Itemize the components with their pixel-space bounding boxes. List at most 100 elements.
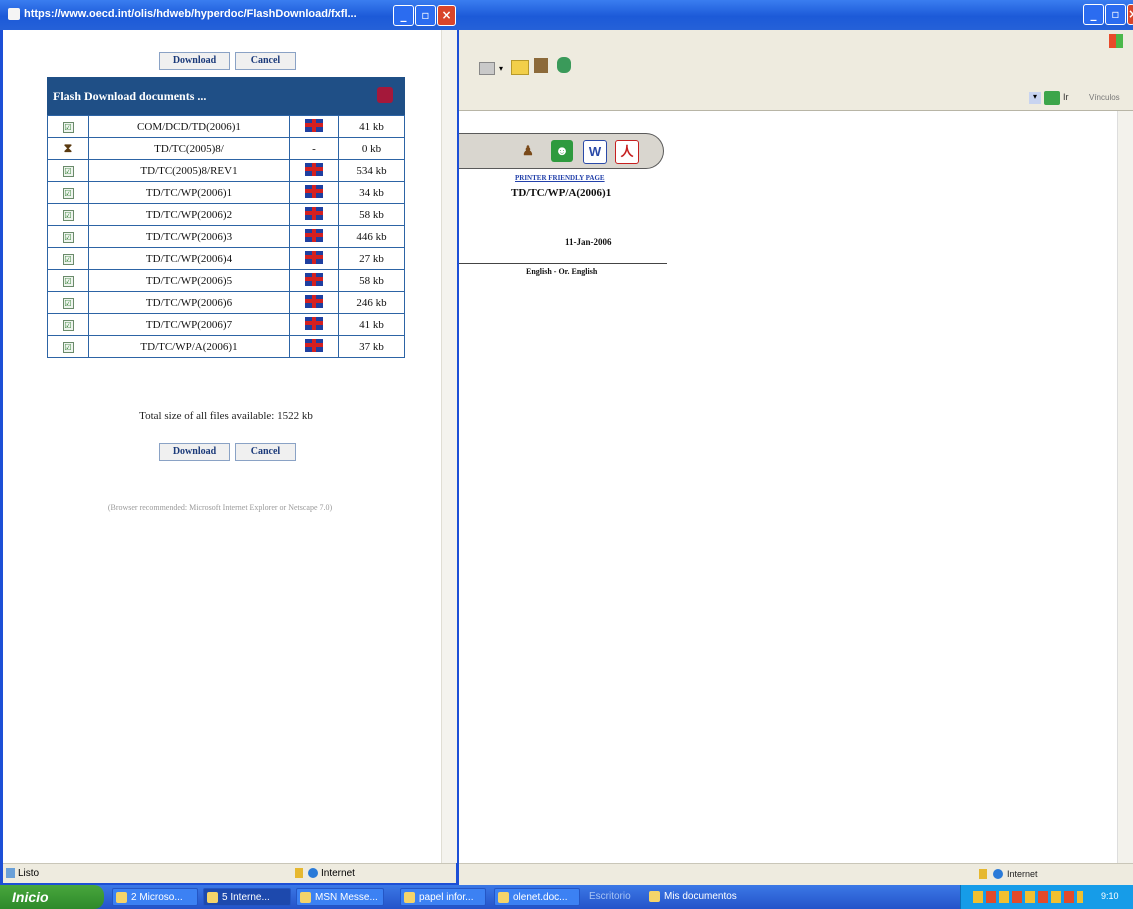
table-row: ☑ TD/TC/WP/A(2006)1 37 kb [47, 335, 405, 358]
checkbox[interactable]: ☑ [62, 297, 74, 309]
document-name: TD/TC/WP(2006)4 [88, 247, 290, 270]
language-cell: - [289, 137, 339, 160]
main-scrollbar[interactable] [1117, 111, 1133, 863]
folder-icon[interactable] [511, 60, 529, 75]
document-name: TD/TC/WP(2006)1 [88, 181, 290, 204]
download-button-bottom[interactable]: Download [159, 443, 230, 461]
language-cell [289, 269, 339, 292]
file-size: 27 kb [338, 247, 405, 270]
maximize-button[interactable]: ▫ [1105, 4, 1126, 25]
page-icon [6, 868, 15, 878]
taskbar-item[interactable]: Escritorio [585, 888, 641, 906]
hourglass-icon[interactable]: ⧗ [64, 141, 72, 155]
dropdown-arrow-icon[interactable]: ▾ [499, 64, 503, 73]
taskbar-item[interactable]: 2 Microso... [112, 888, 198, 906]
cancel-button-top[interactable]: Cancel [235, 52, 296, 70]
checkbox-cell[interactable]: ☑ [47, 115, 89, 138]
uk-flag-icon [305, 316, 323, 330]
file-size: 41 kb [338, 115, 405, 138]
status-text: Listo [18, 868, 40, 879]
checkbox-cell[interactable]: ☑ [47, 313, 89, 336]
taskbar-item[interactable]: Mis documentos [646, 888, 742, 906]
checkbox-cell[interactable]: ☑ [47, 225, 89, 248]
language-cell [289, 291, 339, 314]
ie-icon [207, 892, 218, 903]
checkbox[interactable]: ☑ [62, 253, 74, 265]
checkbox[interactable]: ☑ [62, 209, 74, 221]
popup-title-bar: https://www.oecd.int/olis/hdweb/hyperdoc… [0, 0, 459, 30]
window-icon [116, 892, 127, 903]
checkbox-cell[interactable]: ☑ [47, 181, 89, 204]
checkbox[interactable]: ☑ [62, 187, 74, 199]
document-name: TD/TC/WP(2006)3 [88, 225, 290, 248]
popup-maximize-button[interactable]: ▫ [415, 5, 436, 26]
table-row: ⧗ TD/TC(2005)8/ - 0 kb [47, 137, 405, 160]
table-row: ☑ TD/TC/WP(2006)3 446 kb [47, 225, 405, 248]
uk-flag-icon [305, 294, 323, 308]
language-cell [289, 247, 339, 270]
checkbox-cell[interactable]: ☑ [47, 269, 89, 292]
checkbox[interactable]: ☑ [62, 165, 74, 177]
checkbox[interactable]: ☑ [62, 121, 74, 133]
research-icon[interactable] [534, 58, 548, 73]
clock[interactable]: 9:10 [1101, 891, 1119, 901]
start-button[interactable]: Inicio [0, 885, 104, 909]
checkbox[interactable]: ☑ [62, 231, 74, 243]
address-dropdown-icon[interactable]: ▾ [1029, 92, 1041, 104]
document-reference: TD/TC/WP/A(2006)1 [511, 187, 612, 199]
popup-minimize-button[interactable]: _ [393, 5, 414, 26]
divider [459, 263, 667, 264]
language-cell [289, 335, 339, 358]
msn-icon [300, 892, 311, 903]
taskbar-item[interactable]: MSN Messe... [296, 888, 384, 906]
checkbox-cell[interactable]: ⧗ [47, 137, 89, 160]
cancel-button-bottom[interactable]: Cancel [235, 443, 296, 461]
document-name: TD/TC/WP(2006)6 [88, 291, 290, 314]
table-row: ☑ TD/TC(2005)8/REV1 534 kb [47, 159, 405, 182]
uk-flag-icon [305, 338, 323, 352]
close-button[interactable]: × [1127, 4, 1133, 25]
taskbar-item[interactable]: 5 Interne... [203, 888, 291, 906]
minimize-button[interactable]: _ [1083, 4, 1104, 25]
file-size: 0 kb [338, 137, 405, 160]
checkbox-cell[interactable]: ☑ [47, 335, 89, 358]
total-size: Total size of all files available: 1522 … [139, 410, 313, 422]
taskbar-item[interactable]: papel infor... [400, 888, 486, 906]
checkbox[interactable]: ☑ [62, 341, 74, 353]
document-date: 11-Jan-2006 [565, 237, 612, 247]
document-name: COM/DCD/TD(2006)1 [88, 115, 290, 138]
system-tray: 9:10 [960, 885, 1133, 909]
tray-icons[interactable] [973, 891, 1083, 903]
address-bar[interactable]: ▾ Ir Vínculos [459, 88, 1133, 111]
document-name: TD/TC/WP(2006)7 [88, 313, 290, 336]
main-status-bar: Internet [459, 863, 1133, 886]
checkbox-cell[interactable]: ☑ [47, 203, 89, 226]
green-doc-icon[interactable]: ☻ [551, 140, 573, 162]
checkbox-cell[interactable]: ☑ [47, 159, 89, 182]
go-button[interactable] [1044, 91, 1060, 105]
pdf-icon[interactable]: 人 [615, 140, 639, 164]
file-size: 41 kb [338, 313, 405, 336]
checkbox[interactable]: ☑ [62, 319, 74, 331]
download-button-top[interactable]: Download [159, 52, 230, 70]
people-icon[interactable]: ♟ [517, 140, 539, 162]
mail-icon[interactable] [479, 62, 495, 75]
document-name: TD/TC(2005)8/REV1 [88, 159, 290, 182]
main-toolbar: ▾ [459, 30, 1133, 89]
table-row: ☑ TD/TC/WP(2006)2 58 kb [47, 203, 405, 226]
language-cell [289, 225, 339, 248]
popup-scrollbar[interactable] [441, 30, 457, 863]
word-icon[interactable]: W [583, 140, 607, 164]
printer-friendly-link[interactable]: PRINTER FRIENDLY PAGE [515, 174, 605, 182]
links-label[interactable]: Vínculos [1089, 93, 1120, 102]
popup-close-button[interactable]: × [437, 5, 456, 26]
checkbox-cell[interactable]: ☑ [47, 291, 89, 314]
file-size: 246 kb [338, 291, 405, 314]
file-size: 37 kb [338, 335, 405, 358]
messenger-icon[interactable] [557, 57, 571, 73]
table-row: ☑ TD/TC/WP(2006)4 27 kb [47, 247, 405, 270]
checkbox[interactable]: ☑ [62, 275, 74, 287]
taskbar-item[interactable]: olenet.doc... [494, 888, 580, 906]
checkbox-cell[interactable]: ☑ [47, 247, 89, 270]
language-cell [289, 203, 339, 226]
